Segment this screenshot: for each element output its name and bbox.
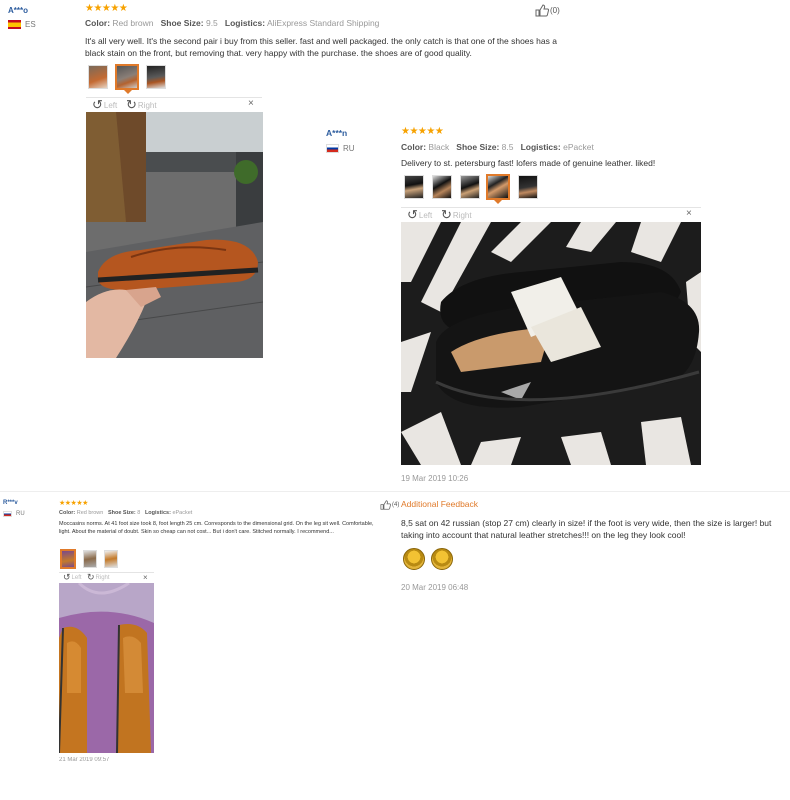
rotate-right-icon: ↻ xyxy=(87,572,95,582)
thumbs-up-icon xyxy=(380,500,391,510)
rotate-right-icon: ↻ xyxy=(441,207,452,222)
size-label: Shoe Size: xyxy=(107,510,136,516)
additional-feedback-date: 20 Mar 2019 06:48 xyxy=(401,583,469,592)
review-photo-thumbnail[interactable] xyxy=(83,550,97,568)
rotate-left-icon: ↺ xyxy=(92,97,103,112)
helpful-button[interactable]: (4) xyxy=(380,500,399,510)
reviewer-name: A***n xyxy=(326,128,348,138)
review-photo-thumbnail-selected[interactable] xyxy=(486,174,510,200)
logistics-value: ePacket xyxy=(172,510,193,516)
review-photo-thumbnail[interactable] xyxy=(432,175,452,199)
size-value: 8.5 xyxy=(501,142,514,152)
size-value: 9.5 xyxy=(205,18,218,28)
review-photo-thumbnail[interactable] xyxy=(460,175,480,199)
review-photo-thumbnail-selected[interactable] xyxy=(115,64,139,90)
review-date: 21 Mar 2019 09:57 xyxy=(59,757,110,761)
review-text: It's all very well. It's the second pair… xyxy=(85,36,557,58)
rotate-left-label: Left xyxy=(71,574,82,581)
rotate-right-icon: ↻ xyxy=(126,97,137,112)
review-photo-thumbnail[interactable] xyxy=(88,65,108,89)
close-viewer-button[interactable]: × xyxy=(143,573,148,582)
logistics-value: ePacket xyxy=(563,142,594,152)
country-code: ES xyxy=(25,20,36,29)
rotate-right-button[interactable]: ↻ Right xyxy=(126,97,157,112)
shoe-photo-image xyxy=(86,112,263,358)
rotate-right-button[interactable]: ↻ Right xyxy=(87,573,110,582)
like-count: (4) xyxy=(392,502,400,508)
close-viewer-button[interactable]: × xyxy=(248,98,254,109)
review-date: 19 Mar 2019 10:26 xyxy=(401,474,469,483)
reviewer-name: A***o xyxy=(8,6,29,15)
logistics-label: Logistics: xyxy=(520,142,561,152)
color-label: Color: xyxy=(401,142,427,152)
order-info: Color: Red brown Shoe Size: 8 Logistics:… xyxy=(59,510,192,516)
rotate-left-label: Left xyxy=(418,210,433,220)
review-photo-thumbnail[interactable] xyxy=(146,65,166,89)
gold-medal-badge-icon xyxy=(431,548,453,570)
reviewer-country: ES xyxy=(8,20,36,29)
rotate-right-label: Right xyxy=(137,100,157,110)
review-photo-thumbnail-selected[interactable] xyxy=(60,549,76,569)
color-value: Black xyxy=(428,142,450,152)
logistics-label: Logistics: xyxy=(224,18,266,28)
shoe-photo-image xyxy=(401,222,701,465)
close-viewer-button[interactable]: × xyxy=(686,208,692,219)
helpful-button[interactable]: (0) xyxy=(535,4,560,17)
selected-pointer xyxy=(124,90,132,94)
rotate-left-icon: ↺ xyxy=(407,207,418,222)
color-label: Color: xyxy=(59,510,76,516)
additional-feedback-label: Additional Feedback xyxy=(401,499,479,509)
rotate-right-button[interactable]: ↻ Right xyxy=(441,207,472,222)
review-photo-large xyxy=(401,222,701,465)
color-value: Red brown xyxy=(76,510,104,516)
rotate-right-label: Right xyxy=(95,574,110,581)
photo-viewer-toolbar: ↺ Left ↻ Right × xyxy=(59,572,154,583)
photo-viewer-toolbar: ↺ Left ↻ Right × xyxy=(401,207,701,222)
size-label: Shoe Size: xyxy=(456,142,500,152)
gold-medal-badge-icon xyxy=(403,548,425,570)
color-value: Red brown xyxy=(112,18,154,28)
review-photo-large xyxy=(86,112,263,358)
like-count: (0) xyxy=(550,6,560,15)
selected-pointer xyxy=(494,200,502,204)
order-info: Color: Black Shoe Size: 8.5 Logistics: e… xyxy=(401,142,594,152)
logistics-value: AliExpress Standard Shipping xyxy=(266,18,380,28)
size-label: Shoe Size: xyxy=(160,18,204,28)
size-value: 8 xyxy=(137,510,141,516)
country-code: RU xyxy=(16,511,25,517)
rotate-left-icon: ↺ xyxy=(63,572,71,582)
review-photo-large xyxy=(59,583,154,753)
additional-feedback-text: 8,5 sat on 42 russian (stop 27 cm) clear… xyxy=(401,518,772,540)
shoe-photo-image xyxy=(59,583,154,753)
color-label: Color: xyxy=(85,18,111,28)
russia-flag-icon xyxy=(326,144,339,153)
thumbs-up-icon xyxy=(535,4,549,17)
review-text: Moccasins norms. At 41 foot size took 8,… xyxy=(59,521,374,535)
spain-flag-icon xyxy=(8,20,21,29)
rotate-left-button[interactable]: ↺ Left xyxy=(407,207,433,222)
photo-viewer-toolbar: ↺ Left ↻ Right × xyxy=(86,97,262,112)
country-code: RU xyxy=(343,144,355,153)
logistics-label: Logistics: xyxy=(144,510,171,516)
review-photo-thumbnail[interactable] xyxy=(404,175,424,199)
reviewer-country: RU xyxy=(3,511,25,517)
star-rating: ★★★★★ xyxy=(85,3,128,14)
order-info: Color: Red brown Shoe Size: 9.5 Logistic… xyxy=(85,18,379,28)
russia-flag-icon xyxy=(3,511,12,517)
review-divider xyxy=(0,491,790,492)
reviewer-country: RU xyxy=(326,144,355,153)
reviewer-name: R***v xyxy=(3,500,18,506)
star-rating: ★★★★★ xyxy=(59,500,88,507)
rotate-left-button[interactable]: ↺ Left xyxy=(92,97,118,112)
rotate-left-button[interactable]: ↺ Left xyxy=(63,573,82,582)
star-rating: ★★★★★ xyxy=(401,126,444,137)
review-photo-thumbnail[interactable] xyxy=(104,550,118,568)
rotate-right-label: Right xyxy=(452,210,472,220)
rotate-left-label: Left xyxy=(103,100,118,110)
review-text: Delivery to st. petersburg fast! lofers … xyxy=(401,158,656,168)
review-photo-thumbnail[interactable] xyxy=(518,175,538,199)
